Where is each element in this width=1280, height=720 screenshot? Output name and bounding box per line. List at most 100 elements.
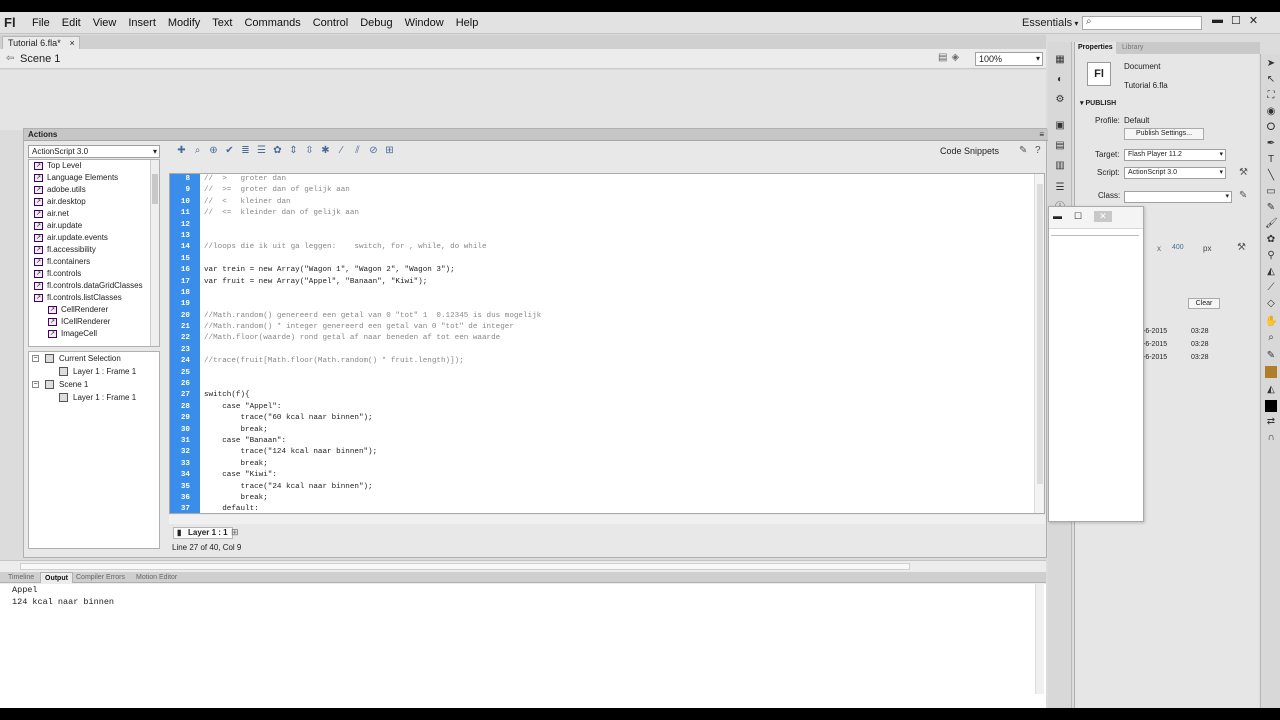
tab-timeline[interactable]: Timeline: [4, 572, 38, 583]
code-line[interactable]: 9 // >= groter dan of gelijk aan: [170, 185, 1030, 196]
menu-insert[interactable]: Insert: [122, 17, 162, 29]
bone-tool-icon[interactable]: ⚲: [1265, 250, 1277, 262]
code-line[interactable]: 35 trace("24 kcal naar binnen");: [170, 482, 1030, 493]
navigator-item[interactable]: Layer 1 : Frame 1: [29, 391, 159, 404]
transform-panel-icon[interactable]: ▤: [1054, 140, 1066, 151]
expand-all-icon[interactable]: ✱: [319, 145, 332, 156]
code-line[interactable]: 18: [170, 288, 1030, 299]
code-line[interactable]: 11 // <= kleinder dan of gelijk aan: [170, 208, 1030, 219]
toolbox-item[interactable]: ↗ fl.controls: [29, 268, 159, 280]
add-item-icon[interactable]: ✚: [175, 145, 188, 156]
auto-format-icon[interactable]: ≣: [239, 145, 252, 156]
fill-swatch[interactable]: [1265, 400, 1277, 412]
color-panel-icon[interactable]: ◐: [1054, 74, 1066, 85]
pencil-tool-icon[interactable]: ✎: [1265, 202, 1277, 214]
floating-maximize-button[interactable]: ☐: [1074, 211, 1082, 222]
document-tab[interactable]: Tutorial 6.fla* ×: [2, 36, 80, 49]
toolbox-item[interactable]: ↗ fl.controls.listClasses: [29, 292, 159, 304]
editor-vertical-scrollbar[interactable]: [1034, 174, 1044, 513]
apply-line-comment-icon[interactable]: ⫽: [351, 145, 364, 156]
zoom-tool-icon[interactable]: ⌕: [1265, 332, 1277, 344]
code-line[interactable]: 10 // < kleiner dan: [170, 197, 1030, 208]
code-line[interactable]: 20 //Math.random() genereerd een getal va…: [170, 311, 1030, 322]
code-line[interactable]: 23: [170, 345, 1030, 356]
code-line[interactable]: 24 //trace(fruit[Math.floor(Math.random()…: [170, 356, 1030, 367]
wrench-icon[interactable]: ⚒: [1237, 242, 1246, 253]
back-arrow-icon[interactable]: ⇦: [6, 53, 14, 64]
menu-help[interactable]: Help: [450, 17, 485, 29]
code-line[interactable]: 17 var fruit = new Array("Appel", "Banaan…: [170, 277, 1030, 288]
text-tool-icon[interactable]: T: [1265, 154, 1277, 166]
toolbox-item[interactable]: ↗ Language Elements: [29, 172, 159, 184]
language-select[interactable]: ActionScript 3.0: [28, 145, 160, 158]
code-line[interactable]: 13: [170, 231, 1030, 242]
menu-control[interactable]: Control: [307, 17, 354, 29]
toolbox-scrollbar[interactable]: [150, 160, 159, 346]
navigator-item[interactable]: − Scene 1: [29, 378, 159, 391]
toolbox-item[interactable]: ↗ ICellRenderer: [29, 316, 159, 328]
code-line[interactable]: 15: [170, 254, 1030, 265]
workspace-switcher[interactable]: Essentials: [1022, 17, 1078, 29]
toolbox-item[interactable]: ↗ air.update.events: [29, 232, 159, 244]
rectangle-tool-icon[interactable]: ▭: [1265, 186, 1277, 198]
toolbox-item[interactable]: ↗ fl.accessibility: [29, 244, 159, 256]
code-hint-icon[interactable]: ☰: [255, 145, 268, 156]
publish-section-header[interactable]: PUBLISH: [1080, 99, 1116, 107]
target-select[interactable]: Flash Player 11.2: [1124, 149, 1226, 161]
code-line[interactable]: 32 trace("124 kcal naar binnen");: [170, 447, 1030, 458]
debug-options-icon[interactable]: ✿: [271, 145, 284, 156]
code-line[interactable]: 28 case "Appel":: [170, 402, 1030, 413]
toolbox-item[interactable]: ↗ fl.controls.dataGridClasses: [29, 280, 159, 292]
toolbox-item[interactable]: ↗ air.net: [29, 208, 159, 220]
code-line[interactable]: 30 break;: [170, 425, 1030, 436]
show-toolbox-icon[interactable]: ⊞: [383, 145, 396, 156]
snap-to-objects-icon[interactable]: ∩: [1265, 432, 1277, 444]
code-line[interactable]: 26: [170, 379, 1030, 390]
menu-view[interactable]: View: [87, 17, 123, 29]
code-line[interactable]: 37 default:: [170, 504, 1030, 513]
actions-panel-header[interactable]: Actions ≡: [24, 129, 1048, 141]
3d-rotation-tool-icon[interactable]: ◉: [1265, 106, 1277, 118]
fill-color-icon[interactable]: ◭: [1265, 384, 1277, 396]
collapse-icon[interactable]: −: [32, 381, 39, 388]
code-line[interactable]: 31 case "Banaan":: [170, 436, 1030, 447]
eyedropper-tool-icon[interactable]: ⟋: [1265, 282, 1277, 294]
toolbox-item[interactable]: ↗ adobe.utils: [29, 184, 159, 196]
deco-tool-icon[interactable]: ✿: [1265, 234, 1277, 246]
code-line[interactable]: 25: [170, 368, 1030, 379]
menu-debug[interactable]: Debug: [354, 17, 398, 29]
clear-history-button[interactable]: Clear: [1188, 298, 1220, 309]
stage-horizontal-scrollbar[interactable]: [0, 560, 1046, 572]
components-panel-icon[interactable]: ▥: [1054, 160, 1066, 171]
collapse-selection-icon[interactable]: ⇳: [303, 145, 316, 156]
tab-output[interactable]: Output: [40, 572, 73, 583]
subselection-tool-icon[interactable]: ↖: [1265, 74, 1277, 86]
code-line[interactable]: 33 break;: [170, 459, 1030, 470]
code-line[interactable]: 16 var trein = new Array("Wagon 1", "Wago…: [170, 265, 1030, 276]
eraser-tool-icon[interactable]: ◇: [1265, 298, 1277, 310]
maximize-button[interactable]: ☐: [1231, 14, 1241, 27]
edit-symbol-icon[interactable]: ◈: [951, 52, 959, 63]
code-line[interactable]: 22 //Math.floor(waarde) rond getal af naa…: [170, 333, 1030, 344]
code-snippets-button[interactable]: Code Snippets: [940, 146, 999, 156]
selection-tool-icon[interactable]: ➤: [1265, 58, 1277, 70]
collapse-icon[interactable]: −: [32, 355, 39, 362]
scene-breadcrumb[interactable]: Scene 1: [20, 53, 60, 65]
zoom-select[interactable]: 100%: [975, 52, 1043, 66]
find-icon[interactable]: ⌕: [191, 145, 204, 156]
pin-script-icon[interactable]: ⊞: [231, 527, 239, 538]
script-select[interactable]: ActionScript 3.0: [1124, 167, 1226, 179]
line-tool-icon[interactable]: ╲: [1265, 170, 1277, 182]
code-line[interactable]: 14 //loops die ik uit ga leggen: switch, …: [170, 242, 1030, 253]
align-panel-icon[interactable]: ▦: [1054, 54, 1066, 65]
check-syntax-icon[interactable]: ✔: [223, 145, 236, 156]
tab-library[interactable]: Library: [1119, 42, 1146, 54]
code-line[interactable]: 29 trace("60 kcal naar binnen");: [170, 413, 1030, 424]
output-scrollbar[interactable]: [1035, 584, 1044, 694]
menu-commands[interactable]: Commands: [238, 17, 306, 29]
code-line[interactable]: 21 //Math.random() * integer genereerd ee…: [170, 322, 1030, 333]
code-line[interactable]: 19: [170, 299, 1030, 310]
target-path-icon[interactable]: ⊕: [207, 145, 220, 156]
tab-properties[interactable]: Properties: [1075, 42, 1116, 54]
code-line[interactable]: 8 // > groter dan: [170, 174, 1030, 185]
